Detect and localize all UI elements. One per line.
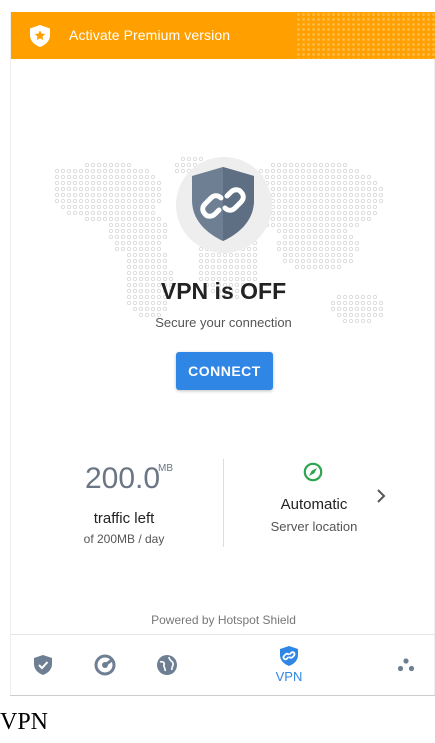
vpn-status-subtitle: Secure your connection <box>155 315 292 330</box>
premium-banner-label: Activate Premium version <box>69 27 231 43</box>
nav-item-speed[interactable] <box>88 635 122 695</box>
compass-icon <box>303 462 323 482</box>
banner-dot-pattern <box>296 12 435 59</box>
nav-item-more[interactable] <box>389 635 423 695</box>
vpn-status-shield-icon <box>192 167 254 241</box>
connect-button[interactable]: CONNECT <box>176 352 273 390</box>
nav-item-protection[interactable] <box>26 635 60 695</box>
chevron-right-icon[interactable] <box>375 488 387 504</box>
screen-caption: VPN <box>0 709 49 735</box>
powered-by-text: Powered by Hotspot Shield <box>151 613 296 627</box>
premium-shield-star-icon <box>30 25 50 47</box>
vpn-shield-icon <box>280 646 298 666</box>
shield-check-icon <box>34 655 52 675</box>
stats-divider <box>223 459 224 547</box>
traffic-detail: of 200MB / day <box>83 532 165 546</box>
traffic-label: traffic left <box>93 510 155 527</box>
nav-item-vpn-label: VPN <box>275 669 303 684</box>
speed-icon <box>94 654 116 676</box>
globe-icon <box>157 655 177 675</box>
more-dots-icon <box>397 658 415 672</box>
bottom-navigation: VPN <box>11 634 435 695</box>
server-location-label: Server location <box>270 519 358 534</box>
nav-item-globe[interactable] <box>150 635 184 695</box>
traffic-value: 200.0 <box>85 462 161 495</box>
vpn-screen: Activate Premium version VPN is OFF Secu… <box>10 12 435 695</box>
vpn-status-title: VPN is OFF <box>160 278 287 304</box>
bottom-rule <box>10 695 435 696</box>
traffic-unit: MB <box>158 463 173 474</box>
premium-banner[interactable]: Activate Premium version <box>11 12 435 59</box>
nav-item-vpn[interactable]: VPN <box>266 635 312 695</box>
